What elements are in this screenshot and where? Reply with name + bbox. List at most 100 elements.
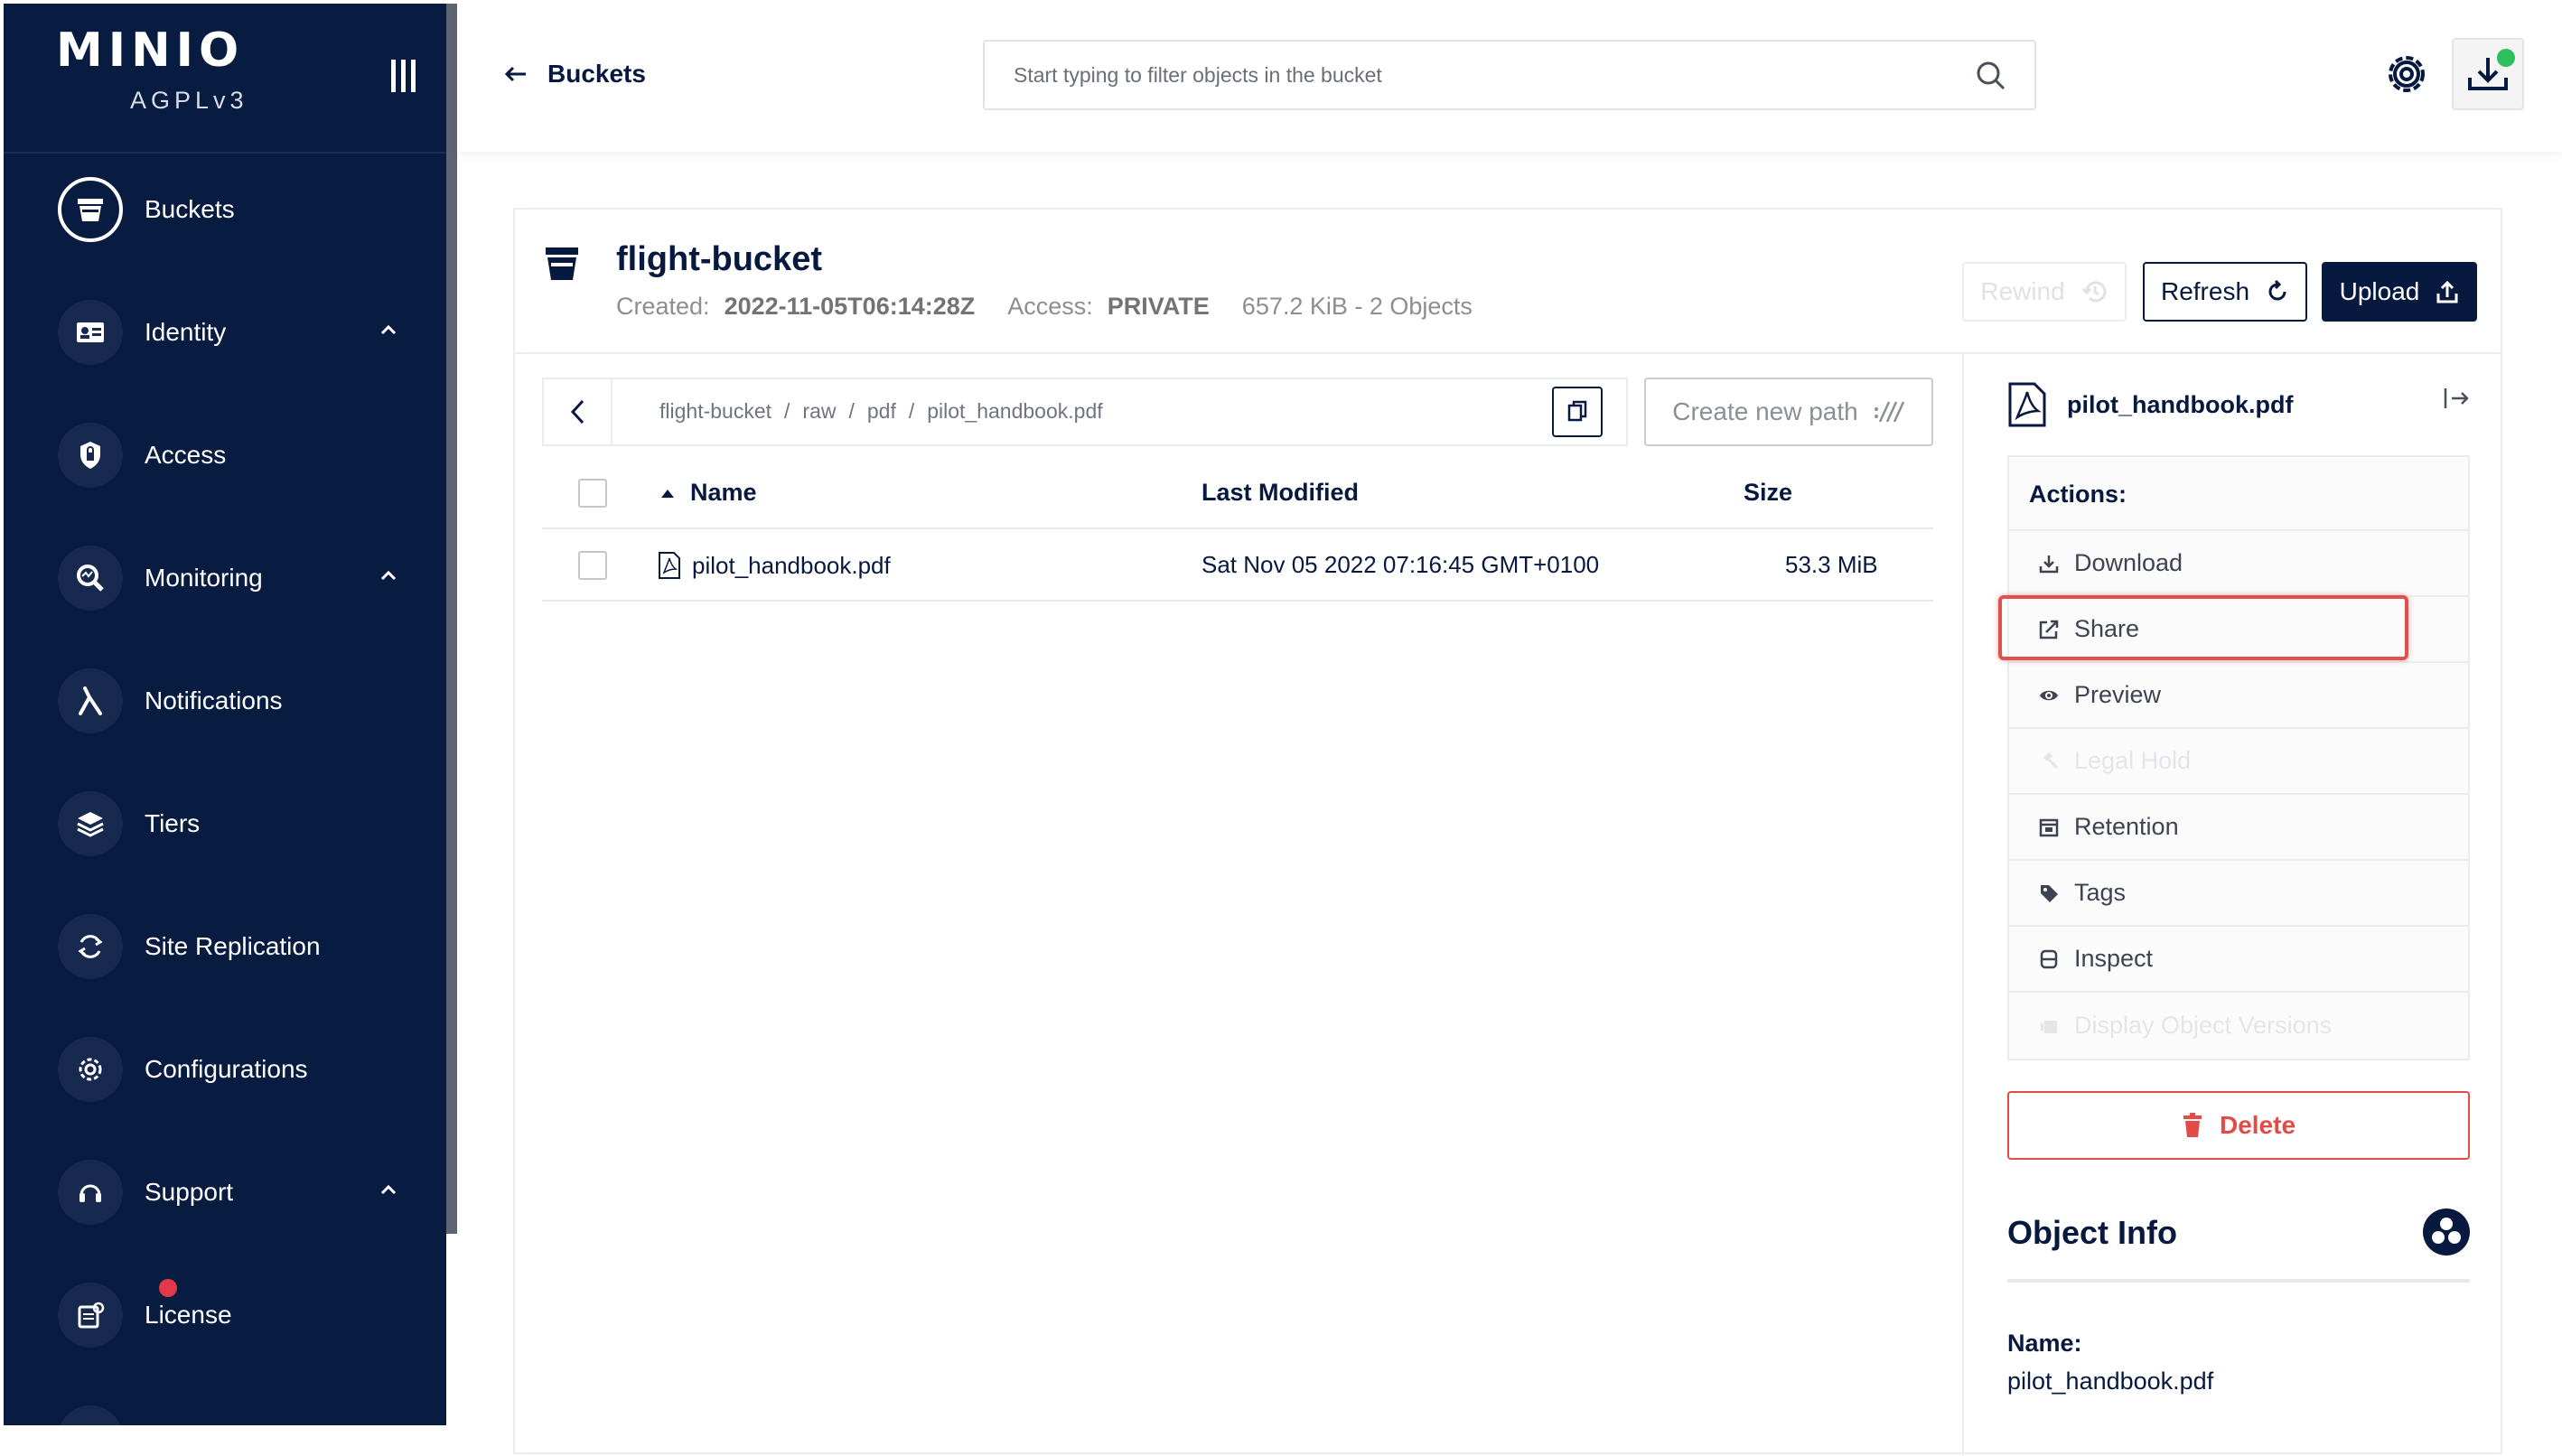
sidebar-item-site-replication[interactable]: Site Replication: [4, 892, 446, 1001]
upload-label: Upload: [2339, 277, 2420, 305]
column-header-name[interactable]: Name: [659, 479, 757, 507]
sidebar-scrollbar[interactable]: [446, 4, 457, 1234]
details-header: pilot_handbook.pdf: [2007, 381, 2293, 428]
upload-button[interactable]: Upload: [2322, 262, 2477, 322]
sidebar-item-monitoring[interactable]: Monitoring: [4, 524, 446, 632]
sidebar-item-identity[interactable]: Identity: [4, 278, 446, 387]
row-checkbox[interactable]: [578, 551, 607, 580]
action-label: Share: [2074, 615, 2140, 642]
object-name-cell[interactable]: pilot_handbook.pdf: [658, 551, 891, 580]
action-label: Tags: [2074, 879, 2127, 906]
settings-gear-icon[interactable]: [2380, 47, 2434, 101]
action-label: Display Object Versions: [2074, 1012, 2333, 1039]
sidebar-item-tiers[interactable]: Tiers: [4, 770, 446, 878]
column-header-last-modified[interactable]: Last Modified: [1202, 479, 1359, 507]
chevron-up-icon[interactable]: [379, 1183, 397, 1196]
action-label: Legal Hold: [2074, 747, 2192, 774]
copy-path-button[interactable]: [1552, 387, 1603, 437]
more-icon: [58, 1405, 123, 1425]
sidebar-item-more[interactable]: [4, 1384, 446, 1425]
sidebar-item-label: Access: [145, 441, 227, 469]
breadcrumb: flight-bucket / raw / pdf / pilot_handbo…: [659, 399, 1103, 424]
access-label: Access:: [1007, 293, 1093, 320]
back-to-buckets-link[interactable]: Buckets: [504, 60, 646, 89]
configurations-icon: [58, 1037, 123, 1102]
refresh-label: Refresh: [2160, 277, 2250, 305]
action-retention[interactable]: Retention: [2009, 795, 2468, 861]
action-tags[interactable]: Tags: [2009, 861, 2468, 927]
chevron-up-icon[interactable]: [379, 323, 397, 336]
download-manager-button[interactable]: [2452, 38, 2524, 110]
history-icon: [2081, 278, 2109, 305]
download-icon: [2038, 553, 2060, 574]
sidebar-item-label: Support: [145, 1178, 234, 1206]
sidebar-item-label: Buckets: [145, 195, 235, 223]
actions-title: Actions:: [2009, 457, 2468, 531]
sidebar-item-support[interactable]: Support: [4, 1138, 446, 1246]
action-display-object-versions: Display Object Versions: [2009, 993, 2468, 1059]
share-highlight-box: [1998, 595, 2408, 660]
retention-icon: [2038, 817, 2060, 838]
search-box: [983, 40, 2036, 110]
pdf-file-icon: [658, 551, 681, 580]
license-icon: [58, 1279, 177, 1348]
arrow-left-icon: [504, 65, 528, 83]
sidebar-item-access[interactable]: Access: [4, 401, 446, 509]
minio-logo: MINIO: [56, 23, 245, 78]
sidebar-item-label: Site Replication: [145, 932, 321, 960]
logo-area: MINIO AGPLv3: [4, 4, 446, 154]
action-legal-hold: Legal Hold: [2009, 729, 2468, 795]
support-icon: [58, 1160, 123, 1225]
tag-icon: [2038, 882, 2060, 904]
actions-box: Actions: Download Share Preview Legal Ho…: [1998, 455, 2470, 1060]
sidebar-item-configurations[interactable]: Configurations: [4, 1015, 446, 1124]
object-modified: Sat Nov 05 2022 07:16:45 GMT+0100: [1202, 551, 1600, 578]
license-badge-dot: [159, 1279, 177, 1297]
select-all-checkbox[interactable]: [578, 479, 607, 508]
objects-table: Name Last Modified Size pilot_handbook.p…: [542, 457, 1933, 602]
breadcrumb-item[interactable]: pdf: [867, 399, 896, 424]
breadcrumb-bar: flight-bucket / raw / pdf / pilot_handbo…: [542, 378, 1628, 446]
search-icon[interactable]: [1975, 60, 2007, 92]
action-preview[interactable]: Preview: [2009, 663, 2468, 729]
column-header-size[interactable]: Size: [1744, 479, 1792, 507]
chevron-left-icon: [569, 398, 585, 425]
delete-button[interactable]: Delete: [2007, 1091, 2470, 1160]
refresh-icon: [2266, 279, 2289, 304]
breadcrumb-item[interactable]: pilot_handbook.pdf: [927, 399, 1102, 424]
created-value: 2022-11-05T06:14:28Z: [724, 293, 976, 320]
bucket-browser-panel: flight-bucket Created: 2022-11-05T06:14:…: [513, 208, 2502, 1456]
action-label: Retention: [2074, 813, 2179, 840]
inspect-icon: [2038, 948, 2060, 970]
monitoring-icon: [58, 546, 123, 611]
action-download[interactable]: Download: [2009, 531, 2468, 597]
table-row[interactable]: pilot_handbook.pdf Sat Nov 05 2022 07:16…: [542, 529, 1933, 602]
details-file-name: pilot_handbook.pdf: [2067, 390, 2294, 418]
refresh-button[interactable]: Refresh: [2143, 262, 2307, 322]
sidebar-item-license[interactable]: License: [4, 1261, 446, 1369]
create-new-path-button[interactable]: Create new path: [1644, 378, 1933, 446]
menu-toggle-icon[interactable]: [390, 58, 417, 94]
chevron-up-icon[interactable]: [379, 569, 397, 582]
sidebar-item-label: Tiers: [145, 809, 201, 837]
action-share[interactable]: Share: [1998, 595, 2468, 663]
breadcrumb-item[interactable]: flight-bucket: [659, 399, 771, 424]
status-dot: [2497, 49, 2515, 67]
share-icon: [2038, 619, 2060, 640]
breadcrumb-back-button[interactable]: [544, 379, 612, 444]
breadcrumb-item[interactable]: raw: [802, 399, 836, 424]
object-size: 53.3 MiB: [1785, 551, 1878, 578]
info-name-label: Name:: [2007, 1330, 2082, 1357]
action-label: Inspect: [2074, 945, 2154, 972]
search-input[interactable]: [1012, 54, 1951, 96]
close-pane-icon[interactable]: [2443, 387, 2470, 410]
sidebar-item-buckets[interactable]: Buckets: [4, 155, 446, 264]
rewind-label: Rewind: [1980, 277, 2065, 305]
action-inspect[interactable]: Inspect: [2009, 927, 2468, 993]
new-path-icon: [1873, 398, 1905, 425]
rewind-button[interactable]: Rewind: [1962, 262, 2127, 322]
lambda-icon: [58, 668, 123, 733]
metadata-icon[interactable]: [2421, 1207, 2472, 1257]
bucket-summary: 657.2 KiB - 2 Objects: [1241, 293, 1473, 320]
sidebar-item-notifications[interactable]: Notifications: [4, 647, 446, 755]
